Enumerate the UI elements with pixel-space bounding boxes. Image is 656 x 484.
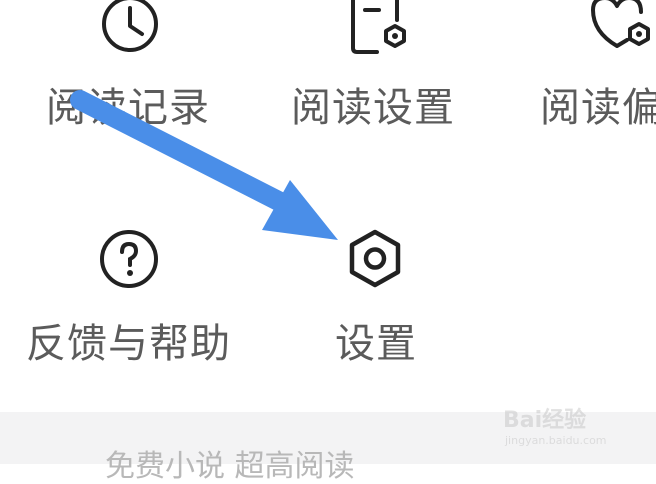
menu-item-reading-history[interactable]: 阅读记录 [40,0,220,140]
watermark-logo: Bai经验 [503,408,587,433]
menu-item-reading-settings[interactable]: 阅读设置 [285,0,475,140]
question-icon [100,230,158,288]
menu-item-label: 反馈与帮助 [26,321,231,367]
watermark: Bai经验 jingyan.baidu.com [503,402,623,452]
menu-item-label: 设置 [335,321,417,367]
promo-text[interactable]: 免费小说 超高阅读 [105,452,355,482]
menu-item-settings[interactable]: 设置 [315,220,435,370]
clock-icon [102,0,158,52]
hexagon-settings-icon [349,229,401,288]
reading-settings-icon [351,0,406,54]
menu-item-feedback-help[interactable]: 反馈与帮助 [20,220,240,370]
heart-settings-icon [591,0,650,48]
menu-item-label: 阅读设置 [291,85,455,131]
menu-item-label: 阅读记录 [46,85,210,131]
menu-item-label: 阅读偏 [540,85,656,131]
watermark-url: jingyan.baidu.com [505,434,607,447]
menu-item-reading-preferences[interactable]: 阅读偏 [535,0,656,140]
